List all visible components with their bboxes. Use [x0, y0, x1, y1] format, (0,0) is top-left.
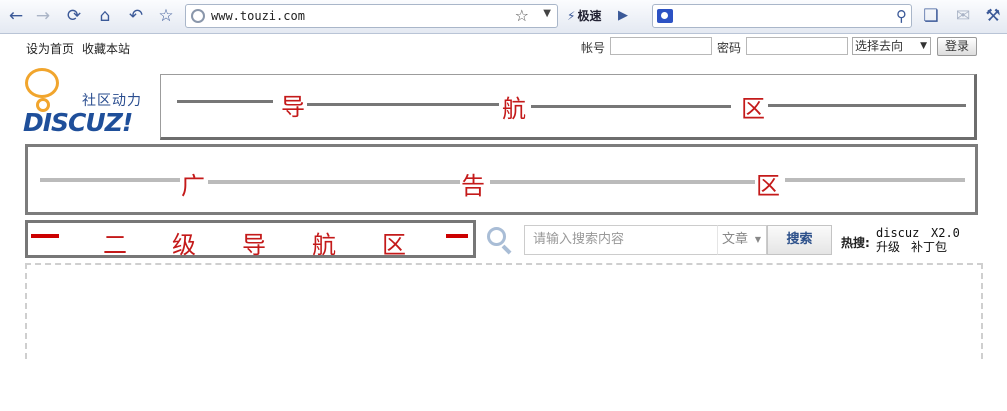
search-input[interactable]: 请输入搜索内容 — [524, 225, 718, 255]
chevron-down-icon: ▼ — [920, 41, 927, 51]
divider-line — [785, 178, 965, 182]
chevron-down-icon: ▼ — [754, 235, 761, 244]
hot-keyword-link[interactable]: 升级 — [876, 238, 900, 255]
divider-line — [446, 234, 468, 238]
speed-mode-button[interactable]: ⚡ 极速 — [563, 5, 605, 27]
subnav-zone: 二 级 导 航 区 — [25, 220, 476, 259]
speech-bubble-icon — [25, 68, 59, 112]
goto-select-value: 选择去向 — [855, 39, 904, 53]
speed-mode-label: 极速 — [577, 9, 602, 23]
refresh-icon[interactable]: ⟳ — [63, 5, 85, 27]
subnav-zone-char: 区 — [382, 231, 406, 259]
mail-icon[interactable]: ✉ — [952, 5, 974, 27]
chevron-down-icon[interactable]: ▼ — [543, 8, 551, 19]
ad-zone-char: 告 — [461, 172, 485, 200]
search-type-value: 文章 — [722, 232, 749, 247]
divider-line — [177, 100, 273, 103]
search-type-select[interactable]: 文章 ▼ — [717, 225, 767, 255]
ad-zone: 广 告 区 — [25, 144, 978, 215]
back-icon[interactable]: ← — [5, 5, 27, 27]
divider-line — [307, 103, 499, 106]
ad-zone-char: 区 — [756, 172, 780, 200]
home-icon[interactable]: ⌂ — [94, 5, 116, 27]
search-icon — [487, 227, 512, 255]
nav-zone-char: 航 — [502, 95, 526, 123]
logo-tagline: 社区动力 — [82, 93, 142, 109]
divider-line — [490, 180, 755, 184]
favorites-icon[interactable]: ❏ — [920, 5, 942, 27]
logo-wordmark: DISCUZ! — [23, 108, 133, 137]
nav-zone: 导 航 区 — [160, 74, 977, 140]
subnav-zone-char: 航 — [312, 231, 336, 259]
divider-line — [531, 105, 731, 108]
nav-zone-char: 区 — [741, 95, 765, 123]
content-area — [25, 263, 983, 359]
site-logo[interactable]: 社区动力 DISCUZ! — [20, 68, 156, 138]
ad-zone-char: 广 — [181, 172, 205, 200]
search-icon[interactable]: ⚲ — [896, 7, 907, 25]
browser-search-box[interactable]: ⚲ — [652, 4, 912, 28]
subnav-zone-char: 级 — [172, 231, 196, 259]
search-engine-icon[interactable] — [657, 9, 673, 23]
subnav-zone-char: 导 — [242, 231, 266, 259]
browser-toolbar: ← → ⟳ ⌂ ↶ ☆ www.touzi.com ☆ ▼ ⚡ 极速 ▶ ⚲ ❏ … — [0, 0, 1007, 34]
address-bar[interactable]: www.touzi.com ☆ ▼ — [185, 4, 558, 28]
divider-line — [768, 104, 966, 107]
search-icon-handle — [501, 244, 512, 255]
star-icon[interactable]: ☆ — [155, 5, 177, 27]
bookmark-star-icon[interactable]: ☆ — [515, 6, 529, 25]
divider-line — [208, 180, 460, 184]
hot-keyword-link[interactable]: 补丁包 — [911, 238, 947, 255]
tools-icon[interactable]: ⚒ — [982, 5, 1004, 27]
account-label: 帐号 — [581, 41, 606, 55]
site-topbar: 设为首页 收藏本站 帐号 密码 选择去向 ▼ 登录 — [0, 35, 1007, 59]
divider-line — [40, 178, 180, 182]
subnav-zone-char: 二 — [103, 231, 127, 259]
address-url: www.touzi.com — [211, 9, 305, 23]
divider-line — [31, 234, 59, 238]
bookmark-site-link[interactable]: 收藏本站 — [82, 40, 130, 57]
search-button[interactable]: 搜索 — [767, 225, 832, 255]
lightning-icon: ⚡ — [567, 9, 576, 23]
password-label: 密码 — [717, 41, 742, 55]
search-icon-ring — [487, 227, 506, 246]
hot-search-label: 热搜: — [841, 236, 870, 250]
account-input[interactable] — [610, 37, 712, 55]
set-home-link[interactable]: 设为首页 — [26, 40, 74, 57]
forward-icon[interactable]: → — [32, 5, 54, 27]
goto-select[interactable]: 选择去向 ▼ — [852, 37, 931, 55]
login-button[interactable]: 登录 — [937, 37, 977, 56]
play-icon[interactable]: ▶ — [618, 5, 628, 27]
password-input[interactable] — [746, 37, 848, 55]
nav-zone-char: 导 — [281, 93, 305, 121]
globe-icon — [191, 9, 205, 23]
undo-icon[interactable]: ↶ — [125, 5, 147, 27]
